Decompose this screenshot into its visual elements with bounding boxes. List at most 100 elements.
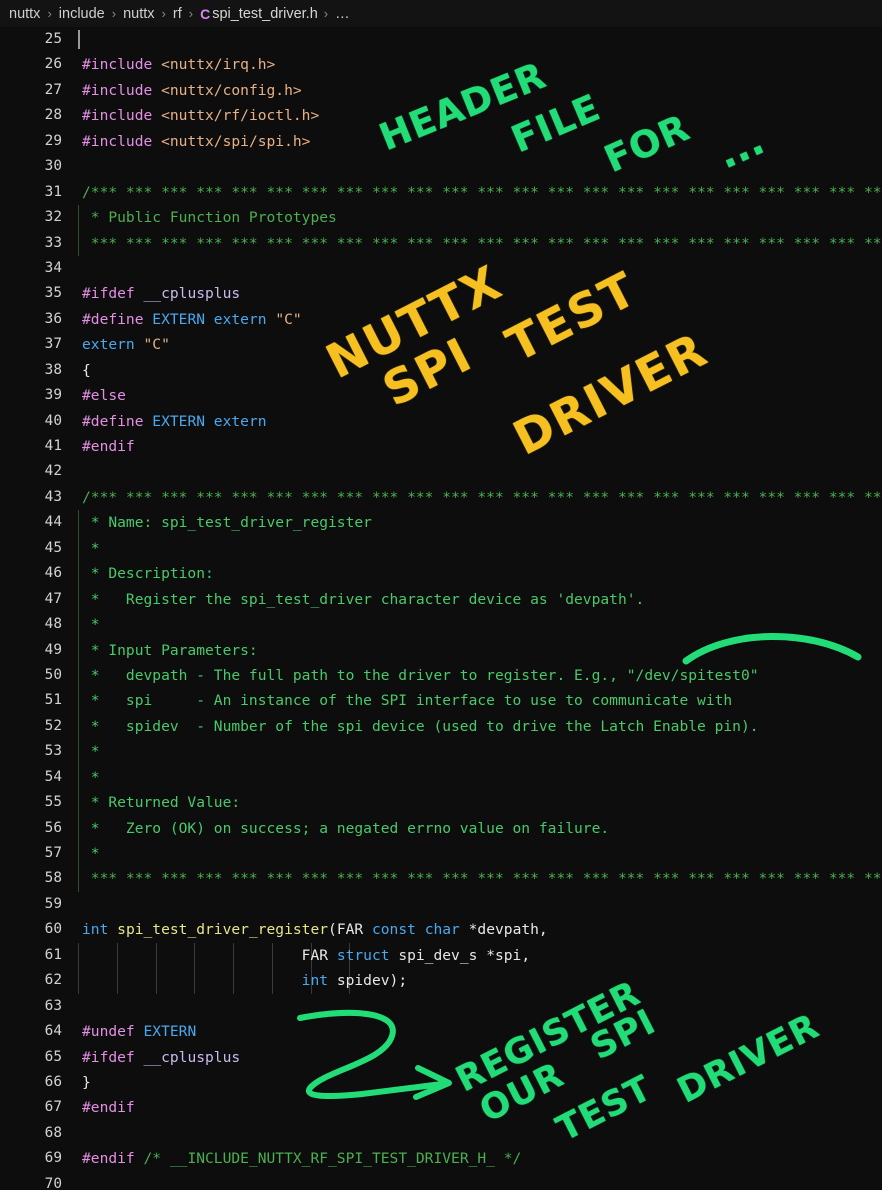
code-text[interactable]: extern "C": [82, 332, 882, 357]
breadcrumb-overflow[interactable]: …: [334, 6, 351, 22]
code-line[interactable]: 32 * Public Function Prototypes: [0, 205, 882, 231]
code-token: #endif: [82, 1150, 144, 1168]
code-line[interactable]: 59: [0, 892, 882, 917]
line-number: 38: [44, 361, 62, 378]
code-line[interactable]: 45 *: [0, 535, 882, 562]
line-number: 29: [44, 132, 62, 149]
code-token: #undef: [82, 1023, 144, 1041]
code-line[interactable]: 25: [0, 27, 882, 52]
code-token: EXTERN extern: [152, 310, 276, 328]
code-line[interactable]: 62 int spidev);: [0, 968, 882, 994]
code-line[interactable]: 31 /*** *** *** *** *** *** *** *** *** *…: [0, 180, 882, 205]
code-line[interactable]: 40 #define EXTERN extern: [0, 409, 882, 434]
code-text[interactable]: FAR struct spi_dev_s *spi,: [82, 943, 882, 968]
code-line[interactable]: 47 * Register the spi_test_driver charac…: [0, 586, 882, 613]
code-line[interactable]: 56 * Zero (OK) on success; a negated err…: [0, 815, 882, 841]
code-text[interactable]: #include <nuttx/irq.h>: [82, 52, 882, 77]
code-text[interactable]: *** *** *** *** *** *** *** *** *** *** …: [82, 231, 882, 256]
code-line[interactable]: 61 FAR struct spi_dev_s *spi,: [0, 942, 882, 969]
code-token: * spi - An instance of the SPI interface…: [82, 692, 733, 710]
code-line[interactable]: 30: [0, 154, 882, 179]
code-line[interactable]: 27 #include <nuttx/config.h>: [0, 78, 882, 103]
code-line[interactable]: 58 *** *** *** *** *** *** *** *** *** *…: [0, 866, 882, 892]
code-text[interactable]: *: [82, 765, 882, 790]
code-text[interactable]: /*** *** *** *** *** *** *** *** *** ***…: [82, 180, 882, 205]
code-text[interactable]: #include <nuttx/spi/spi.h>: [82, 129, 882, 154]
code-token: FAR: [301, 946, 337, 964]
code-line[interactable]: 69 #endif /* __INCLUDE_NUTTX_RF_SPI_TEST_…: [0, 1146, 882, 1171]
line-number: 25: [44, 31, 62, 47]
code-text[interactable]: * Register the spi_test_driver character…: [82, 587, 882, 612]
code-text[interactable]: #include <nuttx/config.h>: [82, 78, 882, 103]
code-text[interactable]: #define EXTERN extern: [82, 409, 882, 434]
code-text[interactable]: * spi - An instance of the SPI interface…: [82, 688, 882, 713]
code-line[interactable]: 36 #define EXTERN extern "C": [0, 307, 882, 332]
breadcrumb-item-nuttx[interactable]: nuttx: [8, 6, 41, 22]
code-line[interactable]: 70: [0, 1172, 882, 1190]
code-editor[interactable]: 25 26 #include <nuttx/irq.h> 27 #include <nu…: [0, 27, 882, 1190]
breadcrumb-item-nuttx-2[interactable]: nuttx: [122, 6, 155, 22]
code-line[interactable]: 41 #endif: [0, 434, 882, 459]
code-line[interactable]: 37 extern "C": [0, 332, 882, 357]
code-line[interactable]: 38 {: [0, 358, 882, 383]
code-line[interactable]: 42: [0, 459, 882, 484]
c-file-icon: C: [200, 5, 211, 22]
line-number: 54: [44, 768, 62, 785]
code-text[interactable]: * Description:: [82, 561, 882, 586]
breadcrumb[interactable]: nuttx › include › nuttx › rf › C spi_tes…: [0, 0, 882, 27]
code-line[interactable]: 51 * spi - An instance of the SPI interf…: [0, 688, 882, 714]
code-token: #ifdef: [82, 1048, 144, 1066]
code-text[interactable]: #ifdef __cplusplus: [82, 1045, 882, 1070]
line-number: 59: [44, 895, 62, 912]
code-text[interactable]: #include <nuttx/rf/ioctl.h>: [82, 103, 882, 128]
code-text[interactable]: int spi_test_driver_register(FAR const c…: [82, 917, 882, 942]
code-line[interactable]: 52 * spidev - Number of the spi device (…: [0, 713, 882, 740]
code-text[interactable]: * Name: spi_test_driver_register: [82, 510, 882, 535]
code-line[interactable]: 68: [0, 1121, 882, 1146]
breadcrumb-file-name[interactable]: spi_test_driver.h: [212, 6, 318, 22]
code-text[interactable]: #endif: [82, 434, 882, 459]
code-line[interactable]: 26 #include <nuttx/irq.h>: [0, 52, 882, 77]
code-text[interactable]: *: [82, 739, 882, 764]
code-text[interactable]: *: [82, 536, 882, 561]
code-line[interactable]: 35 #ifdef __cplusplus: [0, 281, 882, 306]
code-line[interactable]: 55 * Returned Value:: [0, 790, 882, 816]
code-text[interactable]: #ifdef __cplusplus: [82, 281, 882, 306]
breadcrumb-separator-icon: ›: [47, 6, 52, 21]
line-number: 60: [44, 921, 62, 938]
line-number: 65: [44, 1048, 62, 1065]
code-line[interactable]: 43 /*** *** *** *** *** *** *** *** *** *…: [0, 485, 882, 510]
code-token: *: [82, 845, 100, 862]
breadcrumb-item-rf[interactable]: rf: [172, 6, 183, 22]
code-text[interactable]: {: [82, 358, 882, 383]
code-text[interactable]: #undef EXTERN: [82, 1019, 882, 1044]
code-text[interactable]: *: [82, 841, 882, 866]
code-text[interactable]: * Returned Value:: [82, 790, 882, 815]
code-line[interactable]: 57 *: [0, 841, 882, 867]
code-line[interactable]: 54 *: [0, 764, 882, 791]
code-line[interactable]: 44 * Name: spi_test_driver_register: [0, 510, 882, 536]
code-text[interactable]: }: [82, 1070, 882, 1095]
code-line[interactable]: 33 *** *** *** *** *** *** *** *** *** *…: [0, 230, 882, 256]
line-number: 61: [44, 946, 62, 963]
line-number: 26: [44, 56, 62, 73]
code-text[interactable]: * Zero (OK) on success; a negated errno …: [82, 816, 882, 841]
code-line[interactable]: 46 * Description:: [0, 561, 882, 587]
code-text[interactable]: #define EXTERN extern "C": [82, 307, 882, 332]
code-line[interactable]: 60 int spi_test_driver_register(FAR const…: [0, 917, 882, 942]
code-text[interactable]: * Public Function Prototypes: [82, 205, 882, 230]
code-text[interactable]: #else: [82, 383, 882, 408]
comment-guide: [78, 688, 79, 714]
code-line[interactable]: 29 #include <nuttx/spi/spi.h>: [0, 129, 882, 154]
code-line[interactable]: 28 #include <nuttx/rf/ioctl.h>: [0, 103, 882, 128]
code-line[interactable]: 34: [0, 256, 882, 281]
breadcrumb-item-include[interactable]: include: [58, 6, 106, 22]
code-text[interactable]: *** *** *** *** *** *** *** *** *** *** …: [82, 866, 882, 891]
code-line[interactable]: 39 #else: [0, 383, 882, 408]
code-text[interactable]: #endif /* __INCLUDE_NUTTX_RF_SPI_TEST_DR…: [82, 1146, 882, 1171]
code-text[interactable]: int spidev);: [82, 968, 882, 993]
code-text[interactable]: * spidev - Number of the spi device (use…: [82, 714, 882, 739]
code-text[interactable]: #endif: [82, 1095, 882, 1120]
code-text[interactable]: /*** *** *** *** *** *** *** *** *** ***…: [82, 485, 882, 510]
code-line[interactable]: 53 *: [0, 739, 882, 765]
